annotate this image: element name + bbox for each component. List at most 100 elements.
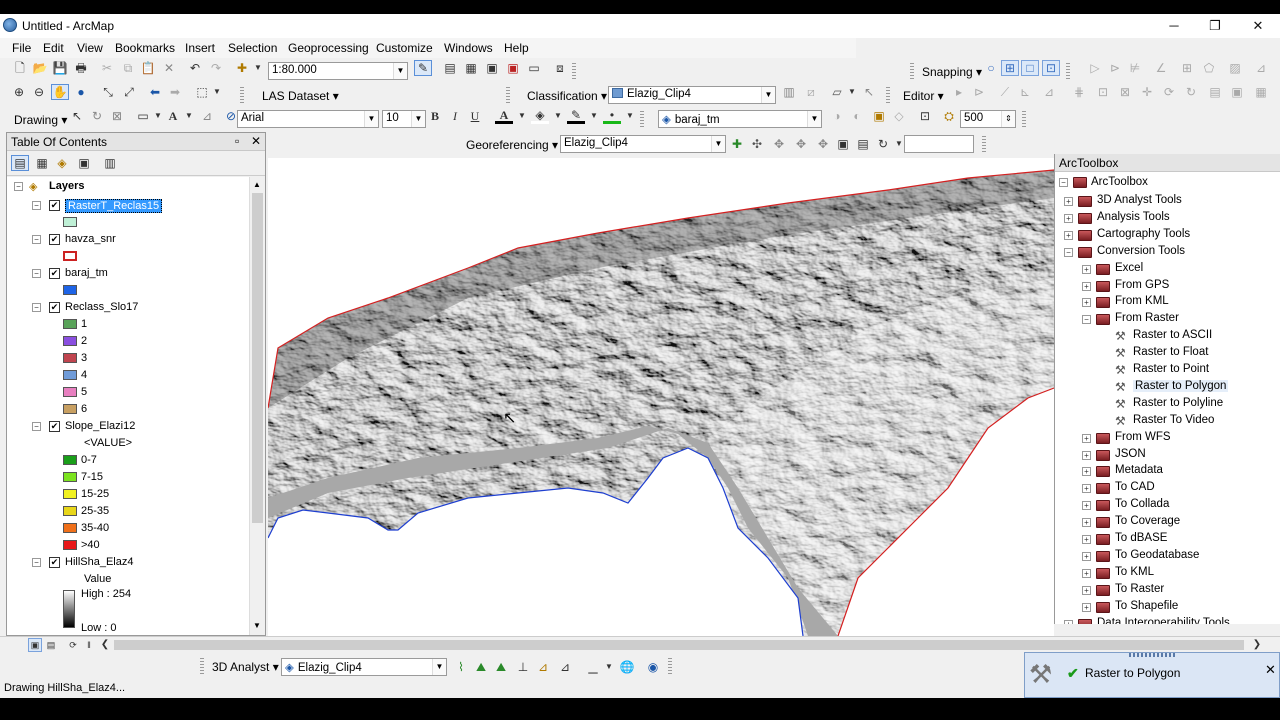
- layout-view-toggle-icon[interactable]: ▤: [44, 638, 58, 652]
- toolset-item[interactable]: From WFS: [1115, 431, 1171, 443]
- editor-toolbar-icon[interactable]: ✎: [414, 60, 432, 76]
- zoom-out-icon[interactable]: ⊖: [30, 84, 48, 100]
- notification-close-icon[interactable]: ✕: [1265, 662, 1276, 678]
- python-window-icon[interactable]: ▭: [525, 60, 543, 76]
- redo-icon[interactable]: ↷: [207, 60, 225, 76]
- list-by-visibility-icon[interactable]: ◈: [53, 155, 71, 171]
- end-snapping-icon[interactable]: ⊞: [1001, 60, 1019, 76]
- edit-vertices-draw-icon[interactable]: ⊿: [198, 108, 216, 124]
- toolset-item[interactable]: To Shapefile: [1115, 600, 1178, 612]
- menu-bookmarks[interactable]: Bookmarks: [115, 41, 175, 55]
- toolbar-grip[interactable]: [240, 87, 244, 105]
- classification-layer-combo[interactable]: Elazig_Clip4 ▼: [608, 86, 776, 104]
- edit-vertices-icon[interactable]: ▷: [1086, 60, 1104, 76]
- refresh-icon[interactable]: ⟳: [66, 638, 80, 652]
- layer-collapse-icon[interactable]: −: [32, 201, 41, 210]
- add-control-points-icon[interactable]: ✚: [728, 136, 746, 152]
- create-features-icon[interactable]: ▣: [1228, 84, 1246, 100]
- expand-icon[interactable]: +: [1082, 568, 1091, 578]
- sketch-icon[interactable]: ⊿: [1252, 60, 1270, 76]
- toolbar-grip[interactable]: [1066, 63, 1070, 81]
- toolbox-item[interactable]: Conversion Tools: [1097, 245, 1185, 257]
- layer-name[interactable]: Slope_Elazi12: [65, 420, 135, 432]
- fill-color-dropdown-icon[interactable]: ▼: [549, 108, 567, 124]
- collapse-icon[interactable]: −: [1082, 315, 1091, 325]
- cut-polygon-icon[interactable]: ⊭: [1126, 60, 1144, 76]
- line-icon[interactable]: ∠: [1152, 60, 1170, 76]
- toolbar-grip[interactable]: [886, 87, 890, 105]
- toolset-item[interactable]: From Raster: [1115, 312, 1179, 324]
- toolbox-item[interactable]: Data Interoperability Tools: [1097, 617, 1230, 625]
- expand-icon[interactable]: +: [1082, 467, 1091, 477]
- line-of-sight-icon[interactable]: ⛰: [492, 659, 510, 675]
- line-color-dropdown-icon[interactable]: ▼: [585, 108, 603, 124]
- edit-tool-icon[interactable]: ▸: [950, 84, 968, 100]
- collapse-icon[interactable]: −: [1064, 247, 1073, 257]
- interpolate-line-icon[interactable]: ⊿: [534, 659, 552, 675]
- layers-root[interactable]: Layers: [49, 180, 84, 192]
- toolset-item[interactable]: JSON: [1115, 448, 1146, 460]
- draw-dropdown-icon[interactable]: ▼: [843, 84, 861, 100]
- menu-view[interactable]: View: [77, 41, 103, 55]
- paste-icon[interactable]: 📋: [139, 60, 157, 76]
- shift-icon[interactable]: ✥: [770, 136, 788, 152]
- back-extent-icon[interactable]: ⬅: [146, 84, 164, 100]
- target-layer-combo[interactable]: ◈ baraj_tm ▼: [658, 110, 822, 128]
- toolset-item[interactable]: To CAD: [1115, 481, 1155, 493]
- geoprocessing-notification[interactable]: ⚒ ✔ Raster to Polygon ✕: [1024, 652, 1280, 698]
- cut-icon[interactable]: ✂: [98, 60, 116, 76]
- zoom-whole-page-icon[interactable]: ⊠: [108, 108, 126, 124]
- layer-visibility-checkbox[interactable]: ✔: [49, 200, 60, 211]
- expand-icon[interactable]: +: [1082, 433, 1091, 443]
- select-elements-icon[interactable]: ↖: [68, 108, 86, 124]
- layer-visibility-checkbox[interactable]: ✔: [49, 234, 60, 245]
- tool-item[interactable]: Raster To Video: [1133, 414, 1214, 426]
- layer-collapse-icon[interactable]: −: [32, 558, 41, 567]
- add-data-dropdown-icon[interactable]: ▼: [249, 60, 267, 76]
- layer-name[interactable]: havza_snr: [65, 233, 116, 245]
- georef-input[interactable]: [904, 135, 974, 153]
- split-icon[interactable]: ⋕: [1070, 84, 1088, 100]
- expand-icon[interactable]: +: [1082, 551, 1091, 561]
- rotate-element-icon[interactable]: ↻: [88, 108, 106, 124]
- close-button[interactable]: ✕: [1244, 16, 1272, 36]
- toolbar-grip[interactable]: [506, 87, 510, 105]
- font-combo[interactable]: Arial ▼: [237, 110, 379, 128]
- toolbox-item[interactable]: Cartography Tools: [1097, 228, 1190, 240]
- tool-item[interactable]: Raster to Float: [1133, 346, 1208, 358]
- expand-icon[interactable]: +: [1082, 518, 1091, 528]
- options-icon[interactable]: ▥: [101, 155, 119, 171]
- edit-annotation-icon[interactable]: ⊳: [970, 84, 988, 100]
- arctoolbox-window-icon[interactable]: ▣: [504, 60, 522, 76]
- las-dataset-menu[interactable]: LAS Dataset ▾: [262, 89, 339, 103]
- toolset-item[interactable]: To Coverage: [1115, 515, 1180, 527]
- toolbox-item[interactable]: Analysis Tools: [1097, 211, 1170, 223]
- toolbar-grip[interactable]: [1022, 111, 1026, 129]
- list-by-source-icon[interactable]: ▦: [33, 155, 51, 171]
- marker-color-dropdown-icon[interactable]: ▼: [621, 108, 639, 124]
- toc-window-icon[interactable]: ▦: [462, 60, 480, 76]
- toolbar-grip[interactable]: [668, 658, 672, 676]
- georeferencing-menu[interactable]: Georeferencing ▾: [466, 138, 558, 152]
- toolset-item[interactable]: From KML: [1115, 295, 1169, 307]
- toolbar-grip[interactable]: [200, 658, 204, 676]
- bold-button[interactable]: B: [426, 108, 444, 124]
- select-dropdown-icon[interactable]: ▼: [208, 84, 226, 100]
- profile-dropdown-icon[interactable]: ▼: [600, 659, 618, 675]
- menu-insert[interactable]: Insert: [185, 41, 215, 55]
- edge-snapping-icon[interactable]: ⊡: [1042, 60, 1060, 76]
- toolbar-grip[interactable]: [572, 63, 576, 81]
- menu-customize[interactable]: Customize: [376, 41, 433, 55]
- expand-icon[interactable]: +: [1064, 213, 1073, 223]
- expand-icon[interactable]: +: [1082, 484, 1091, 494]
- toolbar-grip[interactable]: [982, 136, 986, 154]
- expand-icon[interactable]: +: [1082, 264, 1091, 274]
- arctoolbox-root[interactable]: ArcToolbox: [1091, 176, 1148, 188]
- toolset-item[interactable]: To KML: [1115, 566, 1154, 578]
- data-view-icon[interactable]: ▣: [28, 638, 42, 652]
- reshape-icon[interactable]: ⊳: [1106, 60, 1124, 76]
- layer-collapse-icon[interactable]: −: [32, 235, 41, 244]
- sketch-properties-icon[interactable]: ▤: [1206, 84, 1224, 100]
- text-dropdown-icon[interactable]: ▼: [180, 108, 198, 124]
- map-view[interactable]: ↖: [268, 158, 1054, 636]
